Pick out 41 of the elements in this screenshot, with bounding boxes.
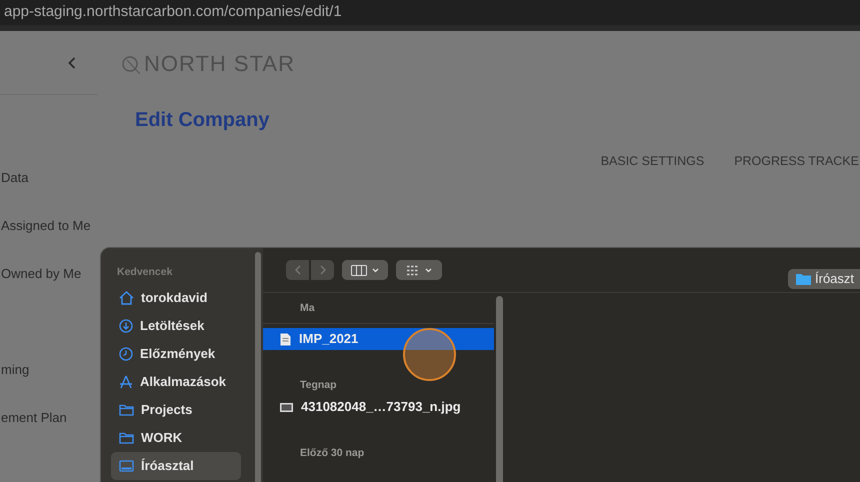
favorites-item[interactable]: Íróasztal (111, 452, 241, 480)
date-group-heading: Előző 30 nap (299, 446, 366, 462)
url-text[interactable]: app-staging.northstarcarbon.com/companies/edit/1 (0, 1, 342, 24)
chevron-right-icon (320, 265, 326, 275)
compass-logo-icon (120, 54, 140, 74)
date-group-heading: Ma (299, 301, 316, 316)
desktop-icon (119, 460, 134, 472)
group-by-button[interactable] (396, 260, 442, 280)
file-row[interactable]: IMP_2021 (263, 328, 494, 350)
chevron-left-icon (294, 265, 300, 275)
image-file-icon (280, 402, 293, 412)
document-icon (280, 332, 291, 346)
favorites-item[interactable]: Letöltések (111, 312, 241, 340)
compass-icon (119, 374, 133, 389)
caret-icon (372, 268, 379, 272)
folder-icon (119, 404, 134, 416)
folder-icon (119, 432, 134, 444)
favorites-item[interactable]: WORK (111, 424, 241, 452)
columns-icon (351, 264, 367, 276)
forward-button[interactable] (311, 260, 334, 280)
favorites-item[interactable]: Projects (111, 396, 241, 424)
sidebar-heading: Kedvencek (116, 265, 174, 280)
location-dropdown[interactable]: Íróaszt (788, 269, 860, 289)
favorites-item[interactable]: Előzmények (111, 340, 241, 368)
home-icon (119, 290, 134, 305)
date-group-heading: Tegnap (299, 378, 338, 394)
file-row[interactable]: 431082048_…73793_n.jpg (263, 396, 494, 418)
caret-icon (425, 268, 432, 272)
folder-icon (796, 273, 811, 285)
download-icon (119, 318, 133, 333)
favorites-item[interactable]: torokdavid (111, 284, 241, 312)
favorites-item[interactable]: Alkalmazások (111, 368, 241, 396)
view-mode-button[interactable] (342, 260, 388, 280)
scrollbar-thumb[interactable] (496, 296, 502, 482)
click-indicator (403, 328, 456, 381)
grid-icon (406, 264, 420, 276)
collapse-chevron-icon[interactable] (68, 56, 76, 68)
back-button[interactable] (286, 260, 309, 280)
clock-icon (119, 346, 133, 361)
scrollbar-thumb[interactable] (255, 252, 261, 482)
page-title: Edit Company (135, 108, 270, 133)
